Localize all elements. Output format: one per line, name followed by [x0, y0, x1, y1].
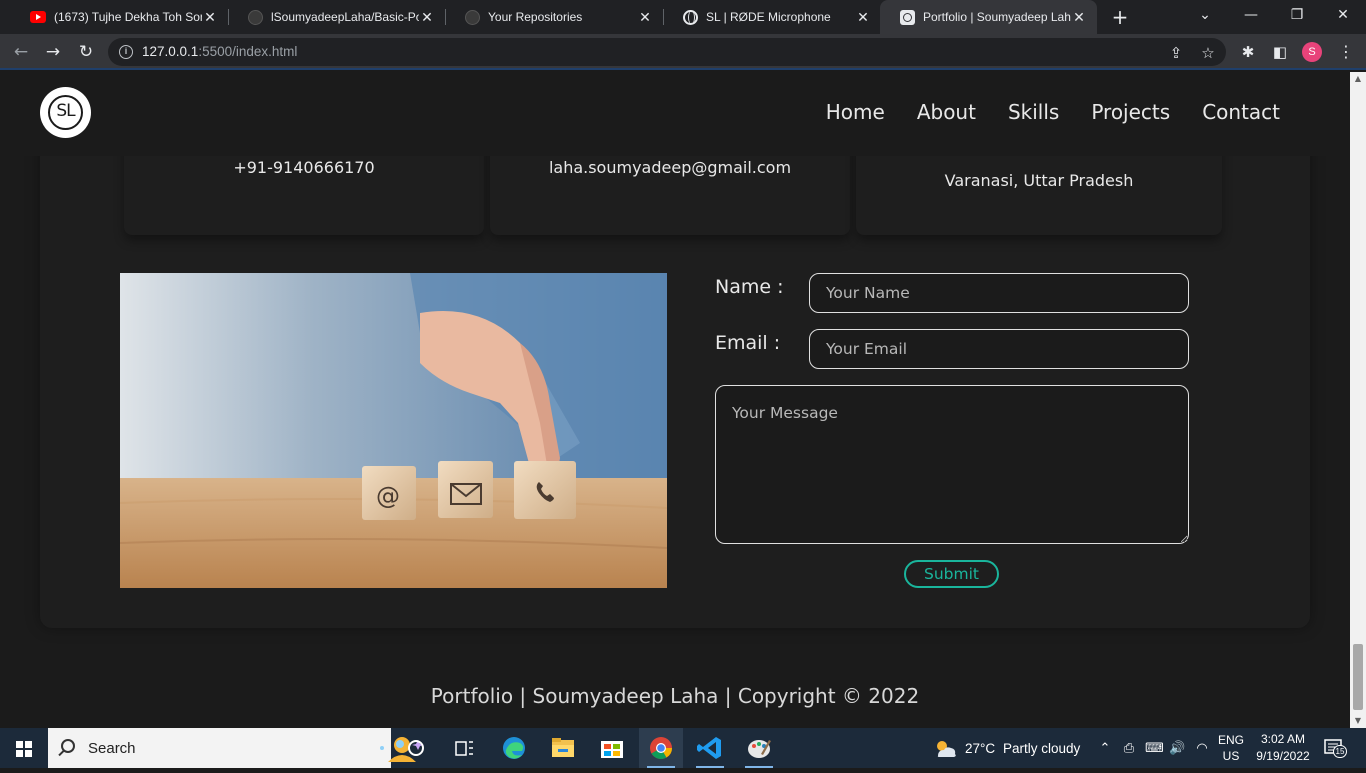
- minimize-button[interactable]: —: [1228, 0, 1274, 34]
- globe-icon: [683, 9, 698, 25]
- edge-app-icon[interactable]: [492, 728, 536, 768]
- nav-link-skills[interactable]: Skills: [1008, 100, 1059, 124]
- tab-title: Portfolio | Soumyadeep Laha: [923, 10, 1071, 24]
- tab-title: Your Repositories: [488, 10, 583, 24]
- cortana-button[interactable]: [394, 728, 438, 768]
- windows-logo-icon: [16, 741, 32, 757]
- language-code[interactable]: ENG: [1216, 733, 1246, 747]
- name-input[interactable]: [809, 273, 1189, 313]
- youtube-icon: [30, 11, 46, 23]
- wifi-icon[interactable]: ◠: [1194, 740, 1210, 756]
- volume-icon[interactable]: 🔊: [1169, 740, 1185, 756]
- file-explorer-icon[interactable]: [541, 728, 585, 768]
- browser-tab[interactable]: lSoumyadeepLaha/Basic-Port ✕: [228, 0, 445, 34]
- input-method-icon[interactable]: ⌨: [1145, 740, 1164, 756]
- submit-button[interactable]: Submit: [904, 560, 999, 588]
- task-view-button[interactable]: [442, 728, 486, 768]
- weather-icon[interactable]: [932, 738, 958, 758]
- share-icon[interactable]: ⇪: [1166, 43, 1186, 63]
- back-button[interactable]: ←: [8, 39, 34, 65]
- scroll-up-arrow[interactable]: ▲: [1350, 72, 1366, 86]
- site-info-icon[interactable]: i: [119, 45, 133, 59]
- browser-toolbar: ← → ↻ i 127.0.0.1:5500/index.html ⇪ ☆ ✱ …: [0, 34, 1366, 70]
- tab-title: SL | RØDE Microphone: [706, 10, 831, 24]
- close-icon[interactable]: ✕: [419, 9, 435, 26]
- svg-text:@: @: [376, 482, 400, 510]
- main-nav: Home About Skills Projects Contact: [826, 100, 1280, 124]
- nav-link-projects[interactable]: Projects: [1091, 100, 1170, 124]
- clock-time[interactable]: 3:02 AM: [1252, 732, 1314, 746]
- close-icon[interactable]: ✕: [202, 9, 218, 26]
- tab-title: (1673) Tujhe Dekha Toh Song: [54, 10, 202, 24]
- browser-tab[interactable]: SL | RØDE Microphone ✕: [663, 0, 881, 34]
- language-region[interactable]: US: [1216, 749, 1246, 763]
- github-icon: [465, 9, 480, 25]
- show-hidden-icons-chevron-up-icon[interactable]: ⌃: [1097, 740, 1113, 756]
- browser-tab-active[interactable]: Portfolio | Soumyadeep Laha ✕: [880, 0, 1097, 34]
- nav-link-home[interactable]: Home: [826, 100, 885, 124]
- side-panel-icon[interactable]: ◧: [1270, 42, 1290, 62]
- weather-desc[interactable]: Partly cloudy: [1003, 741, 1080, 756]
- forward-button[interactable]: →: [40, 39, 66, 65]
- nav-link-contact[interactable]: Contact: [1202, 100, 1280, 124]
- new-tab-button[interactable]: +: [1108, 5, 1132, 29]
- notification-center-icon[interactable]: 15: [1324, 739, 1347, 758]
- portfolio-icon: [900, 9, 915, 25]
- notification-count: 15: [1333, 745, 1347, 758]
- name-label: Name :: [715, 276, 784, 298]
- start-button[interactable]: [0, 728, 48, 768]
- scroll-down-arrow[interactable]: ▼: [1350, 714, 1366, 728]
- nav-link-about[interactable]: About: [917, 100, 976, 124]
- paint-app-icon[interactable]: [737, 728, 781, 768]
- chrome-app-icon[interactable]: [639, 728, 683, 768]
- extensions-icon[interactable]: ✱: [1238, 42, 1258, 62]
- meet-now-icon[interactable]: ⎙: [1121, 740, 1137, 756]
- scroll-thumb[interactable]: [1353, 644, 1363, 710]
- footer-copyright: Portfolio | Soumyadeep Laha | Copyright …: [430, 684, 920, 708]
- window-close-button[interactable]: ✕: [1320, 0, 1366, 34]
- message-textarea[interactable]: [715, 385, 1189, 544]
- weather-temp[interactable]: 27°C: [965, 741, 995, 756]
- profile-avatar[interactable]: S: [1302, 42, 1322, 62]
- restore-button[interactable]: ❐: [1274, 0, 1320, 34]
- url-text[interactable]: 127.0.0.1:5500/index.html: [142, 44, 297, 59]
- taskbar-search[interactable]: Search: [48, 728, 424, 768]
- search-icon: [61, 739, 75, 753]
- address-bar[interactable]: i 127.0.0.1:5500/index.html ⇪ ☆: [108, 38, 1226, 66]
- browser-tab[interactable]: Your Repositories ✕: [445, 0, 663, 34]
- github-icon: [248, 9, 263, 25]
- contact-image: @: [120, 273, 667, 588]
- page-scrollbar[interactable]: ▲ ▼: [1350, 72, 1366, 728]
- location-text: Varanasi, Uttar Pradesh: [944, 171, 1134, 190]
- email-label: Email :: [715, 332, 781, 354]
- browser-menu-icon[interactable]: ⋮: [1336, 42, 1356, 62]
- reload-button[interactable]: ↻: [73, 39, 99, 65]
- browser-tab-strip: (1673) Tujhe Dekha Toh Song ✕ lSoumyadee…: [0, 0, 1366, 34]
- windows-taskbar: Search 27°C Partly cloudy ⌃ ⎙ ⌨ 🔊 ◠ ENG …: [0, 728, 1366, 768]
- url-path: :5500/index.html: [198, 44, 298, 59]
- vscode-app-icon[interactable]: [688, 728, 732, 768]
- close-icon[interactable]: ✕: [1071, 9, 1087, 26]
- tab-search-button[interactable]: ⌄: [1182, 0, 1228, 34]
- bookmark-star-icon[interactable]: ☆: [1198, 43, 1218, 63]
- search-label: Search: [88, 740, 136, 757]
- site-header: SL Home About Skills Projects Contact: [0, 72, 1350, 156]
- site-logo[interactable]: SL: [40, 87, 91, 138]
- page-viewport: +91-9140666170 laha.soumyadeep@gmail.com…: [0, 72, 1350, 728]
- clock-date[interactable]: 9/19/2022: [1252, 749, 1314, 763]
- browser-tab[interactable]: (1673) Tujhe Dekha Toh Song ✕: [10, 0, 228, 34]
- microsoft-store-icon[interactable]: [590, 728, 634, 768]
- email-input[interactable]: [809, 329, 1189, 369]
- logo-text: SL: [56, 101, 75, 121]
- url-host: 127.0.0.1: [142, 44, 199, 59]
- email-address: laha.soumyadeep@gmail.com: [548, 158, 792, 177]
- close-icon[interactable]: ✕: [637, 9, 653, 26]
- tab-title: lSoumyadeepLaha/Basic-Port: [271, 10, 419, 24]
- close-icon[interactable]: ✕: [855, 9, 871, 26]
- phone-number: +91-9140666170: [233, 158, 375, 177]
